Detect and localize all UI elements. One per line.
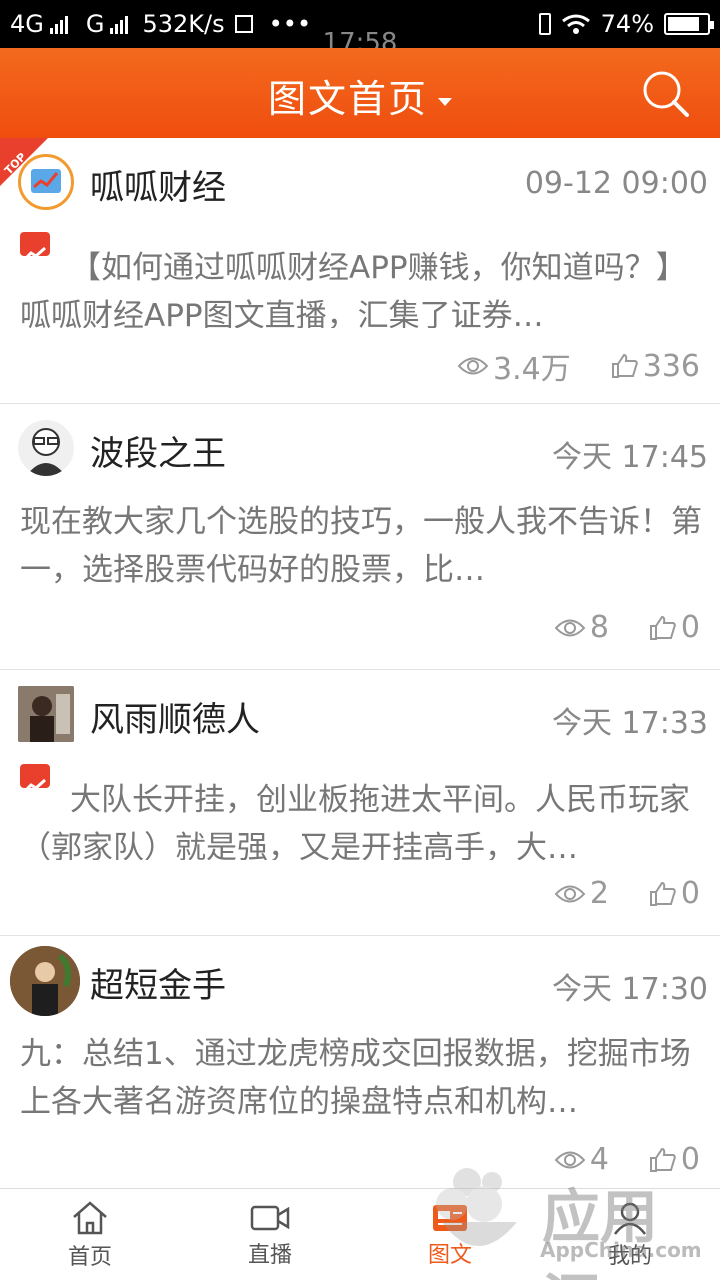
- post-card[interactable]: 波段之王 今天 17:45 现在教大家几个选股的技巧，一般人我不告诉！第一，选择…: [0, 404, 720, 670]
- like-count-value: 0: [680, 610, 700, 645]
- status-bar: 4G G 532K/s ••• 17:58 74%: [0, 0, 720, 58]
- more-icon: •••: [268, 10, 312, 38]
- post-stats: 2 0: [554, 876, 700, 911]
- post-author[interactable]: 呱呱财经: [90, 160, 226, 209]
- tab-home[interactable]: 首页: [0, 1189, 180, 1280]
- post-stats: 3.4万 336: [457, 344, 700, 388]
- post-author[interactable]: 风雨顺德人: [90, 692, 260, 741]
- post-author[interactable]: 超短金手: [90, 958, 226, 1007]
- view-count-value: 4: [589, 1142, 609, 1177]
- thumbs-up-icon: [649, 615, 676, 640]
- network-label-g: G: [85, 10, 105, 38]
- like-button[interactable]: 0: [649, 876, 700, 911]
- thumbs-up-icon: [611, 353, 638, 378]
- signal-icon-2: [110, 14, 129, 34]
- post-text-wrap[interactable]: 现在教大家几个选股的技巧，一般人我不告诉！第一，选择股票代码好的股票，比…: [20, 498, 704, 594]
- tab-article[interactable]: 图文: [360, 1189, 540, 1280]
- view-count: 8: [554, 610, 609, 645]
- eye-icon: [554, 1151, 586, 1168]
- tab-profile-label: 我的: [607, 1243, 652, 1269]
- avatar[interactable]: [18, 154, 74, 210]
- tab-live[interactable]: 直播: [180, 1189, 360, 1280]
- post-time: 今天 17:30: [552, 972, 708, 1007]
- post-text-wrap[interactable]: 【如何通过呱呱财经APP赚钱，你知道吗？】呱呱财经APP图文直播，汇集了证券…: [20, 232, 704, 328]
- like-button[interactable]: 0: [649, 610, 700, 645]
- profile-icon: [614, 1202, 646, 1235]
- post-text: 大队长开挂，创业板拖进太平间。人民币玩家（郭家队）就是强，又是开挂高手，大…: [20, 782, 690, 860]
- post-time: 09-12 09:00: [524, 166, 708, 201]
- post-text-wrap[interactable]: 大队长开挂，创业板拖进太平间。人民币玩家（郭家队）就是强，又是开挂高手，大…: [20, 764, 704, 860]
- notification-icon: [234, 15, 253, 33]
- post-text: 九：总结1、通过龙虎榜成交回报数据，挖掘市场上各大著名游资席位的操盘特点和机构…: [20, 1036, 691, 1120]
- like-button[interactable]: 0: [649, 1142, 700, 1177]
- eye-icon: [554, 619, 586, 636]
- like-count-value: 336: [642, 348, 700, 384]
- tab-live-label: 直播: [247, 1242, 292, 1268]
- portrait-sketch-icon: [26, 428, 66, 476]
- thumbs-up-icon: [649, 881, 676, 906]
- post-stats: 4 0: [554, 1142, 700, 1177]
- chart-tag-icon: [20, 232, 50, 261]
- battery-percent: 74%: [600, 10, 654, 38]
- like-count-value: 0: [680, 876, 700, 911]
- photo-avatar-icon: [10, 946, 80, 1016]
- avatar[interactable]: [18, 420, 74, 476]
- view-count-value: 3.4万: [493, 352, 571, 387]
- post-feed: TOP 呱呱财经 09-12 09:00 【如何通过呱呱财经APP赚钱，你知道吗…: [0, 138, 720, 1206]
- post-time: 今天 17:45: [552, 440, 708, 475]
- photo-avatar-icon: [18, 686, 74, 742]
- avatar[interactable]: [10, 946, 80, 1016]
- view-count-value: 2: [589, 876, 609, 911]
- post-author[interactable]: 波段之王: [90, 426, 226, 475]
- bottom-tab-bar: 首页 直播 图文 我的: [0, 1188, 720, 1280]
- post-card[interactable]: 风雨顺德人 今天 17:33 大队长开挂，创业板拖进太平间。人民币玩家（郭家队）…: [0, 670, 720, 936]
- post-card[interactable]: TOP 呱呱财经 09-12 09:00 【如何通过呱呱财经APP赚钱，你知道吗…: [0, 138, 720, 404]
- tab-profile[interactable]: 我的: [540, 1189, 720, 1280]
- status-right: 74%: [538, 10, 714, 38]
- page-title: 图文首页: [267, 77, 428, 121]
- view-count: 2: [554, 876, 609, 911]
- app-header: 图文首页: [0, 48, 720, 138]
- caret-down-icon: [438, 97, 452, 106]
- page-title-dropdown[interactable]: 图文首页: [0, 68, 720, 123]
- chart-logo-icon: [31, 169, 61, 193]
- eye-icon: [457, 357, 489, 375]
- view-count: 4: [554, 1142, 609, 1177]
- post-text-wrap[interactable]: 九：总结1、通过龙虎榜成交回报数据，挖掘市场上各大著名游资席位的操盘特点和机构…: [20, 1030, 704, 1126]
- avatar[interactable]: [18, 686, 74, 742]
- wifi-icon: [561, 14, 590, 34]
- post-time: 今天 17:33: [552, 706, 708, 741]
- video-icon: [250, 1205, 290, 1230]
- like-count-value: 0: [680, 1142, 700, 1177]
- signal-icon: [49, 14, 68, 34]
- vibrate-icon: [538, 13, 551, 35]
- battery-icon: [664, 13, 714, 35]
- view-count-value: 8: [589, 610, 609, 645]
- network-label-4g: 4G: [10, 10, 44, 38]
- search-icon[interactable]: [642, 70, 690, 118]
- chart-tag-icon: [20, 764, 50, 793]
- tab-article-label: 图文: [427, 1242, 472, 1268]
- post-text: 【如何通过呱呱财经APP赚钱，你知道吗？】呱呱财经APP图文直播，汇集了证券…: [20, 250, 687, 328]
- view-count: 3.4万: [457, 344, 571, 388]
- status-left: 4G G 532K/s •••: [10, 10, 311, 38]
- post-stats: 8 0: [554, 610, 700, 645]
- post-card[interactable]: 超短金手 今天 17:30 九：总结1、通过龙虎榜成交回报数据，挖掘市场上各大著…: [0, 936, 720, 1206]
- network-speed: 532K/s: [142, 10, 225, 38]
- post-text: 现在教大家几个选股的技巧，一般人我不告诉！第一，选择股票代码好的股票，比…: [20, 504, 702, 588]
- like-button[interactable]: 336: [611, 349, 700, 384]
- eye-icon: [554, 885, 586, 902]
- home-icon: [73, 1200, 107, 1234]
- article-icon: [433, 1204, 467, 1231]
- tab-home-label: 首页: [67, 1244, 112, 1270]
- thumbs-up-icon: [649, 1147, 676, 1172]
